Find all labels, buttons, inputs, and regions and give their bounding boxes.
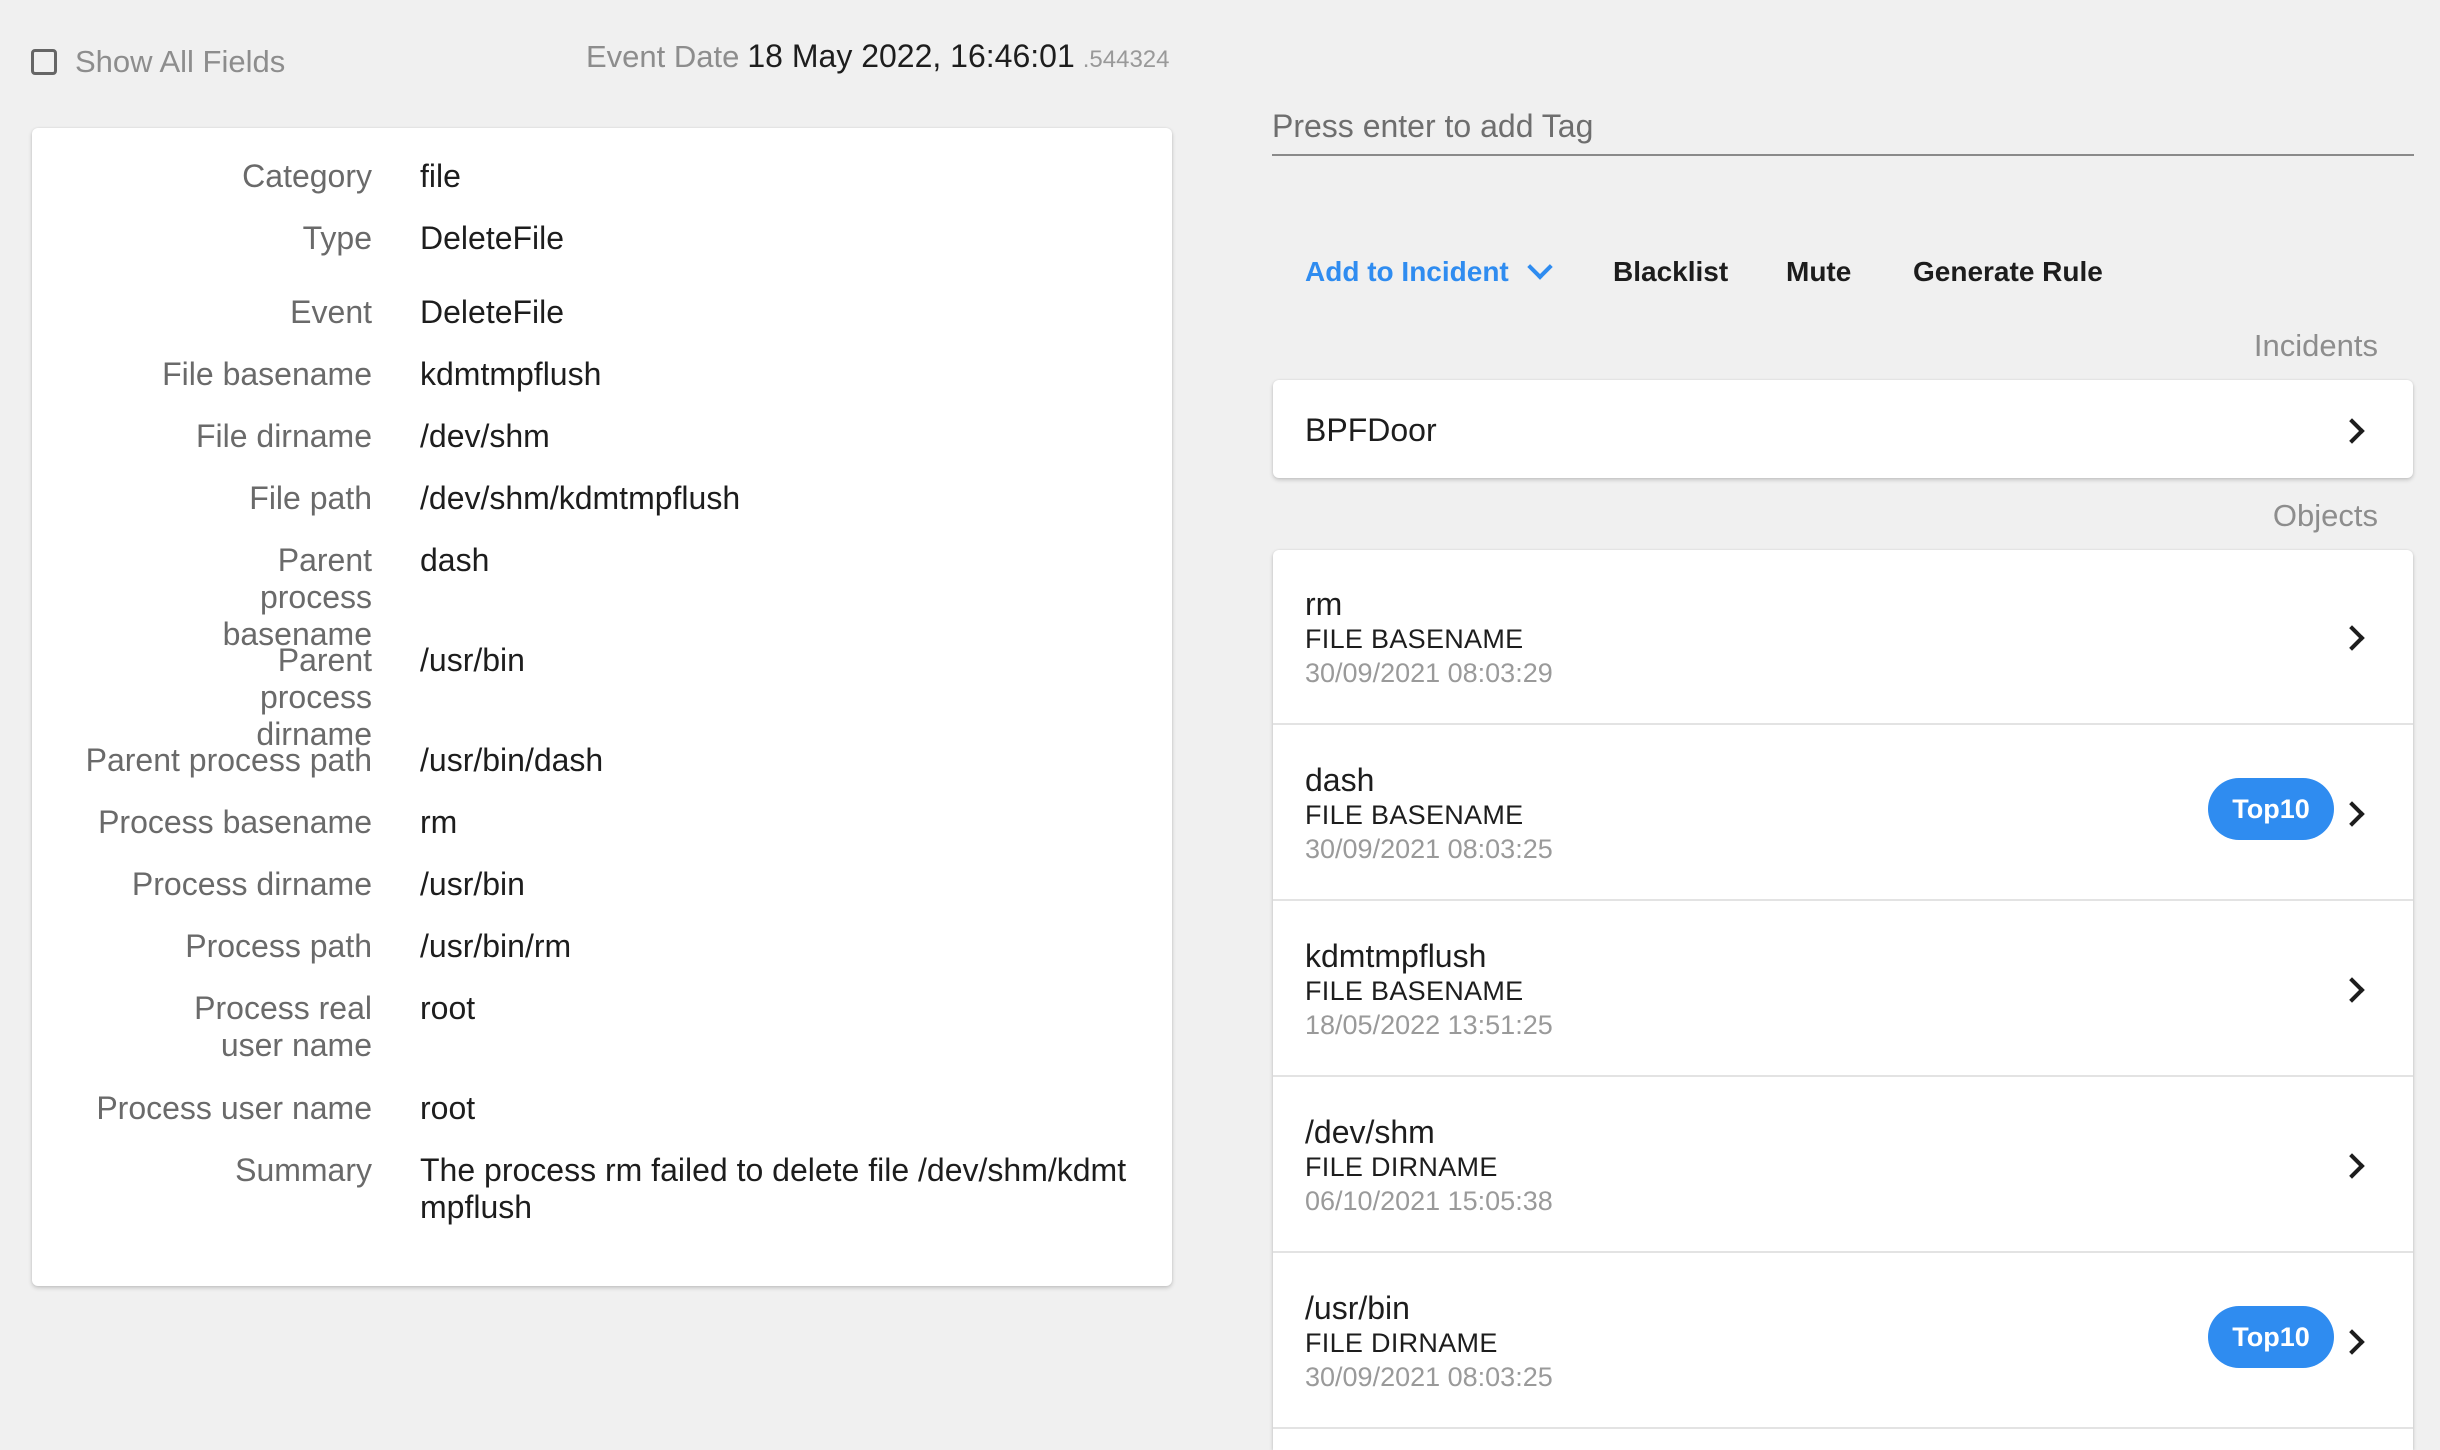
- object-date: 06/10/2021 15:05:38: [1305, 1186, 1553, 1216]
- chevron-right-icon: [2339, 418, 2365, 444]
- show-all-fields-label: Show All Fields: [75, 44, 286, 79]
- detail-value: dash: [420, 542, 490, 578]
- detail-label: Process dirname: [131, 866, 372, 902]
- detail-row-category: Category file: [32, 158, 1172, 195]
- object-kind: FILE BASENAME: [1305, 800, 1524, 830]
- detail-value: root: [420, 990, 476, 1026]
- chevron-right-icon: [2339, 1153, 2365, 1179]
- top10-badge: Top10: [2208, 778, 2334, 840]
- detail-value: /dev/shm/kdmtmpflush: [420, 480, 741, 516]
- detail-row-process-path: Process path /usr/bin/rm: [32, 928, 1172, 965]
- add-to-incident-button[interactable]: Add to Incident: [1305, 252, 1553, 292]
- detail-row-summary: Summary The process rm failed to delete …: [32, 1152, 1172, 1226]
- chevron-right-icon: [2339, 801, 2365, 827]
- event-date-label: Event Date: [586, 39, 740, 74]
- detail-label: Parent process path: [85, 742, 372, 778]
- object-item[interactable]: rm FILE BASENAME 30/09/2021 08:03:29: [1273, 550, 2413, 725]
- chevron-right-icon: [2339, 1329, 2365, 1355]
- detail-label: Summary: [235, 1152, 372, 1188]
- detail-row-file-dirname: File dirname /dev/shm: [32, 418, 1172, 455]
- blacklist-button[interactable]: Blacklist: [1613, 252, 1728, 292]
- detail-value: DeleteFile: [420, 294, 565, 330]
- detail-value: /dev/shm: [420, 418, 550, 454]
- detail-label: Category: [242, 158, 372, 194]
- detail-value: /usr/bin: [420, 642, 525, 678]
- object-item[interactable]: kdmtmpflush FILE BASENAME 18/05/2022 13:…: [1273, 902, 2413, 1077]
- detail-value: file: [420, 158, 461, 194]
- event-date-fraction: .544324: [1082, 46, 1170, 73]
- object-kind: FILE BASENAME: [1305, 624, 1524, 654]
- object-date: 30/09/2021 08:03:25: [1305, 1362, 1553, 1392]
- object-item[interactable]: /usr/bin FILE DIRNAME 30/09/2021 08:03:2…: [1273, 1254, 2413, 1429]
- detail-row-event: Event DeleteFile: [32, 294, 1172, 331]
- object-name: dash: [1305, 762, 1375, 798]
- detail-row-file-path: File path /dev/shm/kdmtmpflush: [32, 480, 1172, 517]
- tag-input[interactable]: [1272, 98, 2414, 156]
- detail-value: root: [420, 1090, 476, 1126]
- detail-label: Event: [290, 294, 372, 330]
- object-date: 30/09/2021 08:03:29: [1305, 658, 1553, 688]
- show-all-fields-toggle[interactable]: Show All Fields: [31, 44, 285, 80]
- add-to-incident-label: Add to Incident: [1305, 256, 1509, 287]
- generate-rule-button[interactable]: Generate Rule: [1913, 252, 2103, 292]
- object-name: /usr/bin: [1305, 1290, 1410, 1326]
- detail-row-process-basename: Process basename rm: [32, 804, 1172, 841]
- detail-label: Process basename: [98, 804, 372, 840]
- object-name: rm: [1305, 586, 1343, 622]
- detail-value: rm: [420, 804, 458, 840]
- detail-label: Parent process basename: [222, 542, 372, 652]
- object-kind: FILE DIRNAME: [1305, 1328, 1498, 1358]
- show-all-fields-checkbox[interactable]: [31, 49, 57, 75]
- detail-row-file-basename: File basename kdmtmpflush: [32, 356, 1172, 393]
- detail-value: /usr/bin: [420, 866, 525, 902]
- incident-item[interactable]: BPFDoor: [1273, 380, 2413, 478]
- object-date: 18/05/2022 13:51:25: [1305, 1010, 1553, 1040]
- detail-value: The process rm failed to delete file /de…: [420, 1152, 1127, 1225]
- object-name: kdmtmpflush: [1305, 938, 1487, 974]
- detail-label: Process path: [185, 928, 372, 964]
- detail-row-parent-process-path: Parent process path /usr/bin/dash: [32, 742, 1172, 779]
- detail-row-type: Type DeleteFile: [32, 220, 1172, 257]
- incidents-heading: Incidents: [2253, 328, 2378, 363]
- objects-list: rm FILE BASENAME 30/09/2021 08:03:29 das…: [1273, 550, 2413, 1450]
- detail-label: Process real user name: [194, 990, 372, 1063]
- object-date: 30/09/2021 08:03:25: [1305, 834, 1553, 864]
- detail-label: File dirname: [195, 418, 372, 454]
- detail-label: File path: [249, 480, 372, 516]
- event-details-card: Category file Type DeleteFile Event Dele…: [32, 128, 1172, 1286]
- mute-button[interactable]: Mute: [1786, 252, 1851, 292]
- chevron-right-icon: [2339, 625, 2365, 651]
- incident-name: BPFDoor: [1305, 412, 1437, 448]
- detail-value: /usr/bin/dash: [420, 742, 604, 778]
- detail-label: Process user name: [96, 1090, 372, 1126]
- detail-row-parent-process-basename: Parent process basename dash: [32, 542, 1172, 653]
- chevron-right-icon: [2339, 977, 2365, 1003]
- object-name: /dev/shm: [1305, 1114, 1435, 1150]
- event-date-value: 18 May 2022, 16:46:01: [747, 38, 1075, 74]
- detail-row-process-dirname: Process dirname /usr/bin: [32, 866, 1172, 903]
- object-kind: FILE DIRNAME: [1305, 1152, 1498, 1182]
- detail-row-process-user-name: Process user name root: [32, 1090, 1172, 1127]
- detail-label: Parent process dirname: [256, 642, 372, 752]
- objects-heading: Objects: [2272, 498, 2378, 533]
- detail-label: File basename: [162, 356, 372, 392]
- event-date: Event Date 18 May 2022, 16:46:01 .544324: [586, 38, 1170, 75]
- detail-value: kdmtmpflush: [420, 356, 602, 392]
- top10-badge: Top10: [2208, 1306, 2334, 1368]
- detail-label: Type: [302, 220, 372, 256]
- detail-row-parent-process-dirname: Parent process dirname /usr/bin: [32, 642, 1172, 753]
- chevron-down-icon: [1527, 254, 1553, 280]
- detail-row-process-real-user-name: Process real user name root: [32, 990, 1172, 1064]
- object-kind: FILE BASENAME: [1305, 976, 1524, 1006]
- object-item[interactable]: dash FILE BASENAME 30/09/2021 08:03:25 T…: [1273, 726, 2413, 901]
- detail-value: /usr/bin/rm: [420, 928, 572, 964]
- detail-value: DeleteFile: [420, 220, 565, 256]
- object-item[interactable]: /dev/shm FILE DIRNAME 06/10/2021 15:05:3…: [1273, 1078, 2413, 1253]
